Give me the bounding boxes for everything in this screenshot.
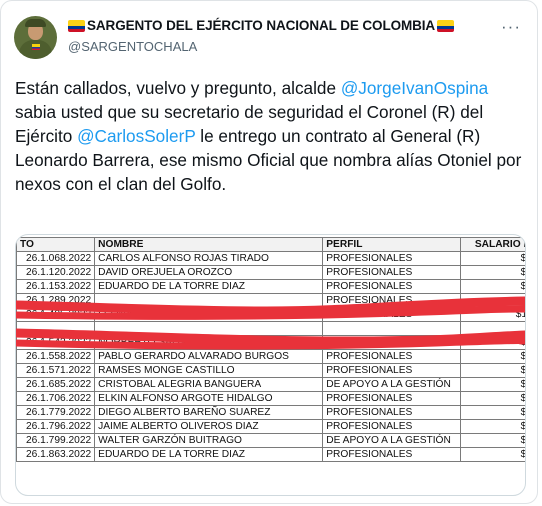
table-cell: 26.1.068.2022 bbox=[16, 251, 96, 266]
table-cell: PROFESIONALES bbox=[322, 419, 462, 434]
table-cell: PROFESIONALES bbox=[322, 405, 462, 420]
table-cell: 26.1.706.2022 bbox=[16, 391, 96, 406]
display-name[interactable]: SARGENTO DEL EJÉRCITO NACIONAL DE COLOMB… bbox=[87, 18, 435, 33]
table-cell: 26.1.863.2022 bbox=[16, 447, 96, 462]
table-row: 26.1.153.2022 EDUARDO DE LA TORRE DIAZ PRO… bbox=[16, 279, 525, 294]
tweet-card[interactable]: SARGENTO DEL EJÉRCITO NACIONAL DE COLOMB… bbox=[0, 0, 538, 504]
table-cell: $6 bbox=[460, 251, 525, 266]
column-header: NOMBRE bbox=[94, 237, 324, 252]
table-cell: PROFESIONALES bbox=[322, 391, 462, 406]
table-cell: EDUARDO DE LA TORRE DIAZ bbox=[94, 279, 324, 294]
table-cell: RAMSES MONGE CASTILLO bbox=[94, 363, 324, 378]
table-row: 26.1.863.2022 EDUARDO DE LA TORRE DIAZ PRO… bbox=[16, 447, 525, 462]
avatar-cap bbox=[25, 19, 46, 27]
table-cell: CARLOS ALFONSO ROJAS TIRADO bbox=[94, 251, 324, 266]
table-row: 26.1.799.2022 WALTER GARZÓN BUITRAGO DE AP… bbox=[16, 433, 525, 448]
table-cell: 26.1.779.2022 bbox=[16, 405, 96, 420]
table-cell: PROFESIONALES bbox=[322, 279, 462, 294]
table-cell: $3 bbox=[460, 433, 525, 448]
mention-link[interactable]: @CarlosSolerP bbox=[77, 126, 195, 146]
table-header-row: TO NOMBRE PERFIL SALARIO M bbox=[16, 237, 525, 252]
table-cell: CRISTOBAL ALEGRIA BANGUERA bbox=[94, 377, 324, 392]
table-row: 26.1.571.2022 RAMSES MONGE CASTILLO PROFES… bbox=[16, 363, 525, 378]
table-cell: EDUARDO DE LA TORRE DIAZ bbox=[94, 447, 324, 462]
avatar-flag-patch bbox=[32, 44, 40, 50]
tweet-text-part: Están callados, vuelvo y pregunto, alcal… bbox=[15, 78, 341, 98]
table-row: 26.1.685.2022 CRISTOBAL ALEGRIA BANGUERA D… bbox=[16, 377, 525, 392]
avatar[interactable] bbox=[14, 16, 57, 59]
table-cell: 26.1.685.2022 bbox=[16, 377, 96, 392]
user-handle[interactable]: @SARGENTOCHALA bbox=[68, 39, 197, 54]
table-cell: $6 bbox=[460, 447, 525, 462]
table-row: 26.1.706.2022 ELKIN ALFONSO ARGOTE HIDALG… bbox=[16, 391, 525, 406]
table-row: 26.1.779.2022 DIEGO ALBERTO BAREÑO SUAREZ… bbox=[16, 405, 525, 420]
colombia-flag-icon bbox=[437, 19, 455, 32]
table-cell: PROFESIONALES bbox=[322, 251, 462, 266]
colombia-flag-icon bbox=[68, 19, 85, 32]
table-cell: $6 bbox=[460, 279, 525, 294]
author-name-row[interactable]: SARGENTO DEL EJÉRCITO NACIONAL DE COLOMB… bbox=[68, 18, 455, 33]
table-cell: 26.1.571.2022 bbox=[16, 363, 96, 378]
table-cell: DE APOYO A LA GESTIÓN bbox=[322, 377, 462, 392]
table-cell: PROFESIONALES bbox=[322, 265, 462, 280]
table-row: 26.1.120.2022 DAVID OREJUELA OROZCO PROFES… bbox=[16, 265, 525, 280]
attached-image[interactable]: TO NOMBRE PERFIL SALARIO M 26.1.068.2022… bbox=[15, 234, 526, 496]
table-row: 26.1.068.2022 CARLOS ALFONSO ROJAS TIRADO… bbox=[16, 251, 525, 266]
column-header: TO bbox=[16, 237, 96, 252]
column-header: SALARIO M bbox=[460, 237, 525, 252]
more-options-icon[interactable]: ··· bbox=[501, 17, 521, 37]
table-row: 26.1.796.2022 JAIME ALBERTO OLIVEROS DIAZ… bbox=[16, 419, 525, 434]
table-cell: $6 bbox=[460, 363, 525, 378]
red-strikethrough-mark bbox=[16, 328, 525, 350]
table-cell: PROFESIONALES bbox=[322, 447, 462, 462]
red-strikethrough-mark bbox=[16, 296, 525, 320]
table-cell: $6 bbox=[460, 391, 525, 406]
table-cell: $4 bbox=[460, 265, 525, 280]
table-cell: $6 bbox=[460, 419, 525, 434]
table-cell: 26.1.153.2022 bbox=[16, 279, 96, 294]
table-cell: DAVID OREJUELA OROZCO bbox=[94, 265, 324, 280]
column-header: PERFIL bbox=[322, 237, 462, 252]
table-cell: DE APOYO A LA GESTIÓN bbox=[322, 433, 462, 448]
table-cell: ELKIN ALFONSO ARGOTE HIDALGO bbox=[94, 391, 324, 406]
table-cell: $3 bbox=[460, 377, 525, 392]
table-cell: JAIME ALBERTO OLIVEROS DIAZ bbox=[94, 419, 324, 434]
table-cell: 26.1.799.2022 bbox=[16, 433, 96, 448]
tweet-text: Están callados, vuelvo y pregunto, alcal… bbox=[15, 76, 530, 196]
table-cell: PROFESIONALES bbox=[322, 363, 462, 378]
table-cell: $5 bbox=[460, 405, 525, 420]
table-cell: WALTER GARZÓN BUITRAGO bbox=[94, 433, 324, 448]
table-cell: 26.1.120.2022 bbox=[16, 265, 96, 280]
table-cell: 26.1.796.2022 bbox=[16, 419, 96, 434]
mention-link[interactable]: @JorgeIvanOspina bbox=[341, 78, 488, 98]
table-cell: DIEGO ALBERTO BAREÑO SUAREZ bbox=[94, 405, 324, 420]
